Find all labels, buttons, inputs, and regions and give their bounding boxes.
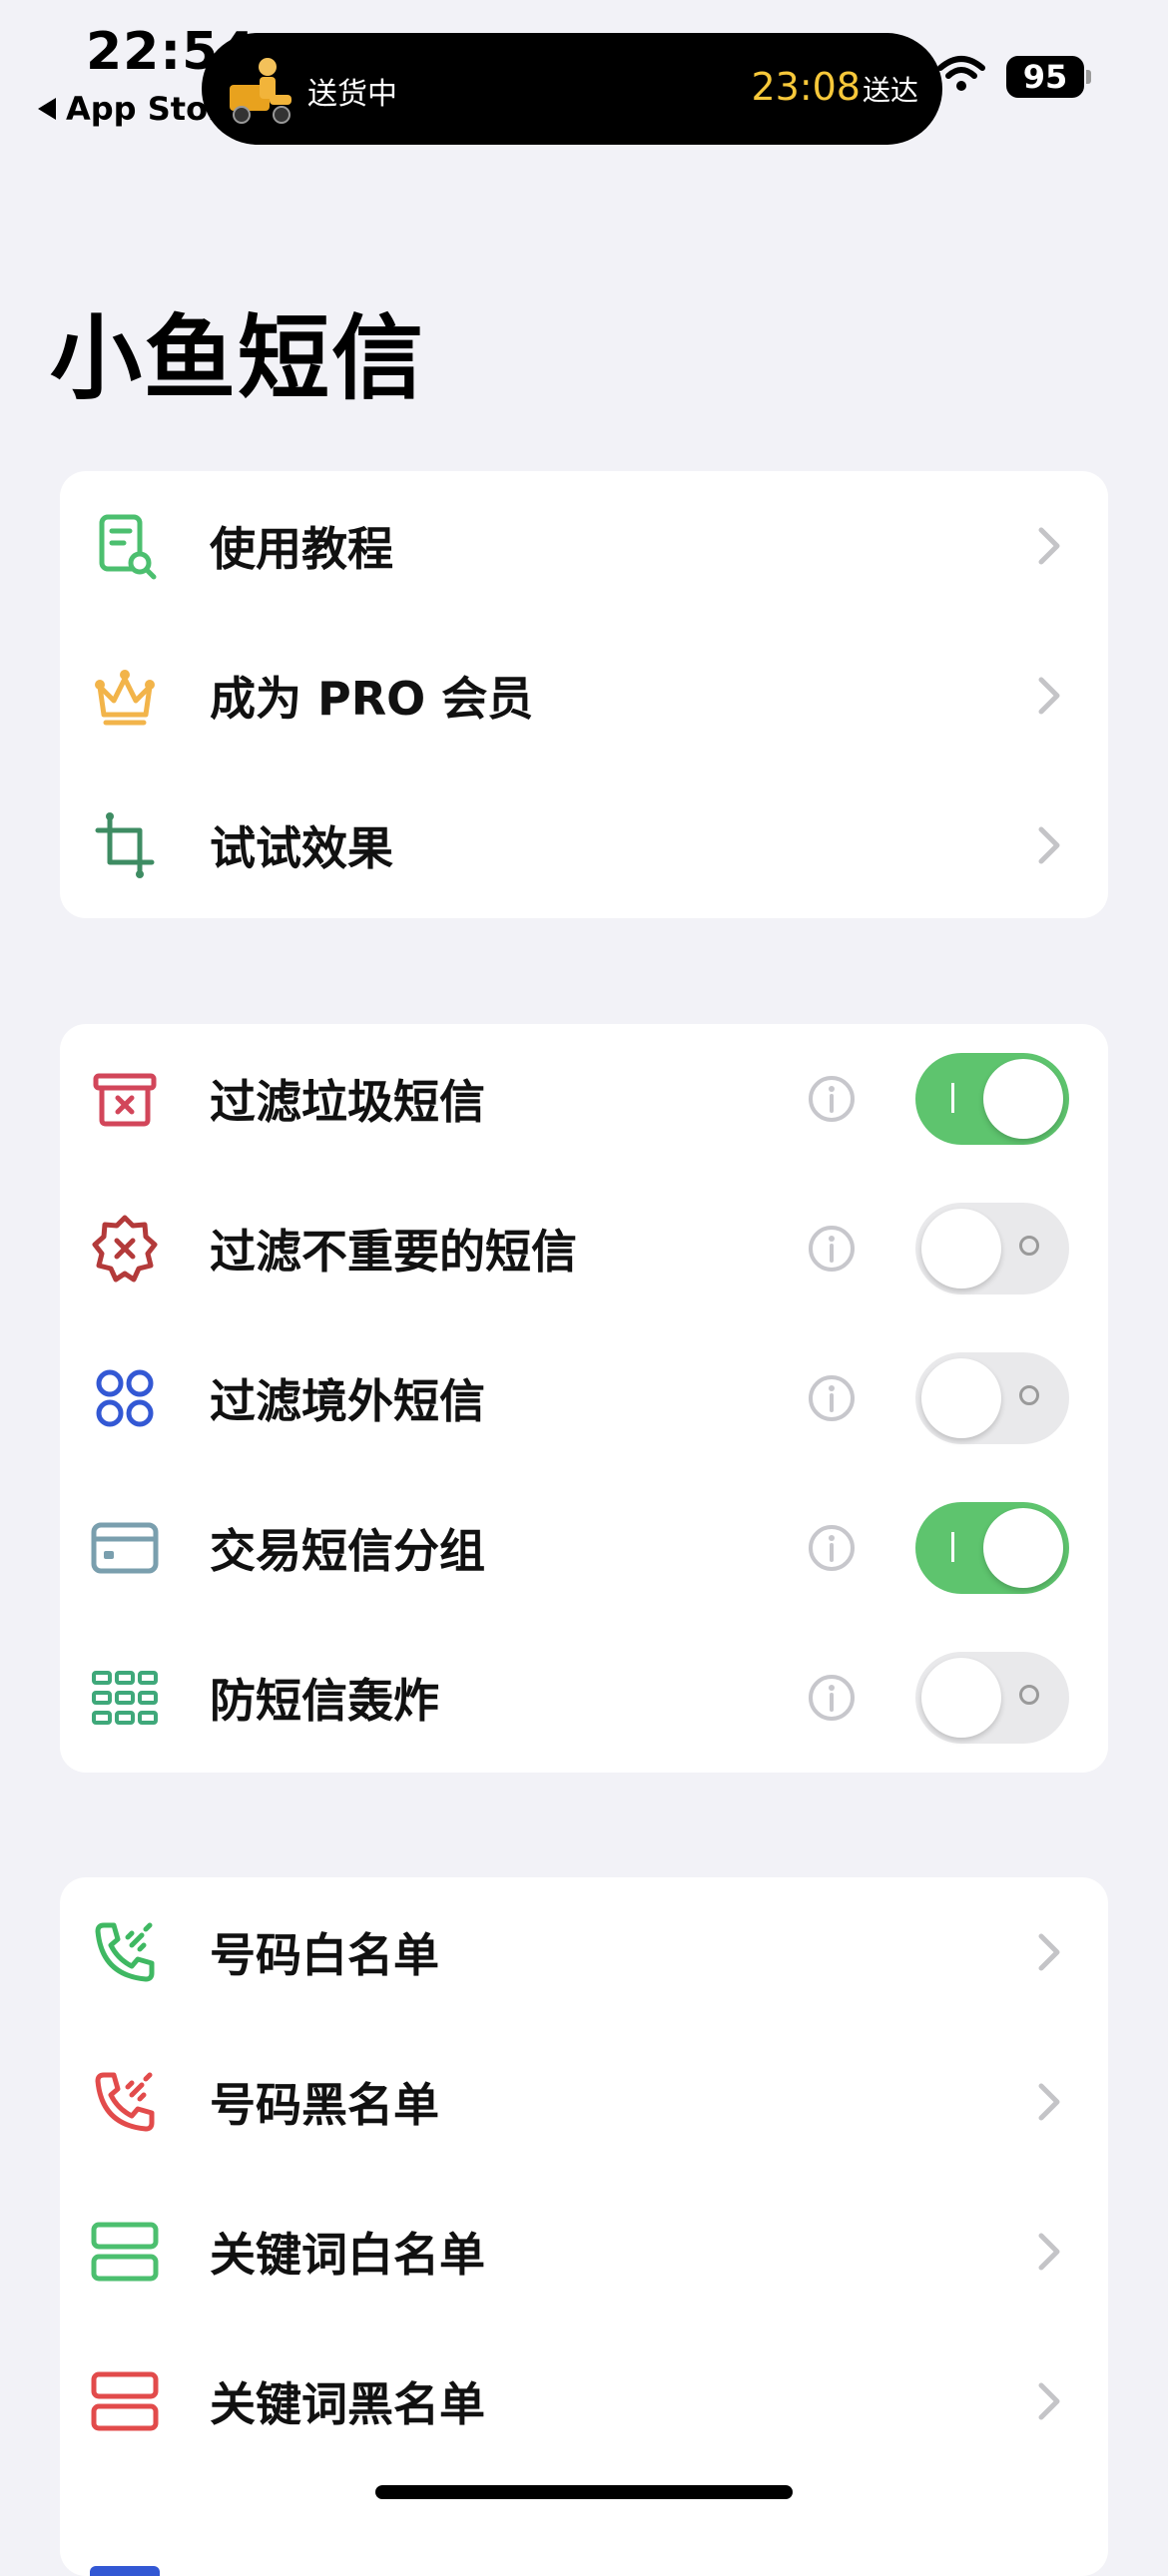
chevron-right-icon bbox=[1038, 677, 1060, 715]
filter-unimportant-label: 过滤不重要的短信 bbox=[210, 1225, 577, 1279]
chevron-right-icon bbox=[1038, 1933, 1060, 1971]
transaction-group-label: 交易短信分组 bbox=[210, 1524, 485, 1578]
credit-card-icon bbox=[91, 1522, 159, 1574]
number-blacklist-row[interactable]: 号码黑名单 bbox=[60, 2027, 1108, 2177]
transaction-group-row: 交易短信分组 bbox=[60, 1473, 1108, 1623]
pro-membership-label: 成为 PRO 会员 bbox=[210, 672, 534, 726]
filter-overseas-toggle[interactable] bbox=[915, 1352, 1069, 1444]
keyword-allow-icon bbox=[91, 2222, 159, 2282]
phone-block-icon bbox=[95, 2072, 155, 2132]
delivery-status: 送货中 bbox=[307, 77, 397, 112]
info-icon[interactable] bbox=[807, 1673, 857, 1723]
badge-x-icon bbox=[92, 1215, 158, 1283]
wifi-icon bbox=[937, 56, 985, 91]
page-title: 小鱼短信 bbox=[50, 305, 426, 412]
chevron-right-icon bbox=[1038, 2083, 1060, 2121]
phone-allow-icon bbox=[95, 1922, 155, 1982]
live-activity-island[interactable]: 送货中 23:08 送达 bbox=[202, 33, 942, 145]
delivery-eta: 23:08 送达 bbox=[751, 65, 918, 109]
number-blacklist-label: 号码黑名单 bbox=[210, 2078, 439, 2132]
delivery-rider-icon bbox=[230, 58, 292, 124]
general-section: 使用教程 成为 PRO 会员 试试效果 bbox=[60, 471, 1108, 918]
keyword-whitelist-label: 关键词白名单 bbox=[210, 2228, 485, 2282]
crown-icon bbox=[95, 670, 155, 726]
home-indicator[interactable] bbox=[375, 2485, 793, 2499]
number-whitelist-label: 号码白名单 bbox=[210, 1928, 439, 1982]
info-icon[interactable] bbox=[807, 1373, 857, 1423]
chevron-right-icon bbox=[1038, 2382, 1060, 2420]
info-icon[interactable] bbox=[807, 1074, 857, 1124]
keyword-blacklist-label: 关键词黑名单 bbox=[210, 2377, 485, 2431]
anti-bombing-toggle[interactable] bbox=[915, 1652, 1069, 1744]
back-arrow-icon bbox=[38, 98, 56, 120]
number-whitelist-row[interactable]: 号码白名单 bbox=[60, 1877, 1108, 2027]
try-effect-row[interactable]: 试试效果 bbox=[60, 771, 1108, 918]
anti-bombing-row: 防短信轰炸 bbox=[60, 1623, 1108, 1773]
transaction-group-toggle[interactable] bbox=[915, 1502, 1069, 1594]
four-circles-icon bbox=[96, 1369, 154, 1427]
chevron-right-icon bbox=[1038, 826, 1060, 864]
keyword-blacklist-row[interactable]: 关键词黑名单 bbox=[60, 2326, 1108, 2476]
filter-unimportant-toggle[interactable] bbox=[915, 1203, 1069, 1294]
try-effect-label: 试试效果 bbox=[210, 821, 393, 875]
grid-icon bbox=[92, 1671, 158, 1725]
pro-membership-row[interactable]: 成为 PRO 会员 bbox=[60, 621, 1108, 771]
filter-unimportant-row: 过滤不重要的短信 bbox=[60, 1174, 1108, 1323]
eta-label: 送达 bbox=[862, 74, 918, 107]
tutorial-label: 使用教程 bbox=[210, 522, 393, 576]
status-bar: 22:54 App Store 送货中 23:08 送达 95 bbox=[0, 0, 1168, 150]
chevron-right-icon bbox=[1038, 2233, 1060, 2271]
filters-section: 过滤垃圾短信 过滤不重要的短信 过滤境外短信 交易短信分组 防短信轰炸 bbox=[60, 1024, 1108, 1773]
lists-section: 号码白名单 号码黑名单 关键词白名单 关键词黑名单 bbox=[60, 1877, 1108, 2576]
tutorial-doc-icon bbox=[99, 514, 157, 580]
info-icon[interactable] bbox=[807, 1224, 857, 1274]
eta-time: 23:08 bbox=[751, 65, 861, 109]
filter-spam-row: 过滤垃圾短信 bbox=[60, 1024, 1108, 1174]
anti-bombing-label: 防短信轰炸 bbox=[210, 1674, 439, 1728]
filter-overseas-row: 过滤境外短信 bbox=[60, 1323, 1108, 1473]
filter-spam-toggle[interactable] bbox=[915, 1053, 1069, 1145]
battery-level: 95 bbox=[1006, 56, 1084, 98]
crop-icon bbox=[95, 812, 155, 878]
keyword-whitelist-row[interactable]: 关键词白名单 bbox=[60, 2177, 1108, 2326]
tutorial-row[interactable]: 使用教程 bbox=[60, 471, 1108, 621]
battery-tip bbox=[1086, 70, 1091, 84]
filter-spam-label: 过滤垃圾短信 bbox=[210, 1075, 485, 1129]
chevron-right-icon bbox=[1038, 527, 1060, 565]
trash-box-icon bbox=[93, 1073, 157, 1127]
info-icon[interactable] bbox=[807, 1523, 857, 1573]
partial-row-icon bbox=[90, 2566, 160, 2576]
filter-overseas-label: 过滤境外短信 bbox=[210, 1374, 485, 1428]
keyword-block-icon bbox=[91, 2371, 159, 2431]
